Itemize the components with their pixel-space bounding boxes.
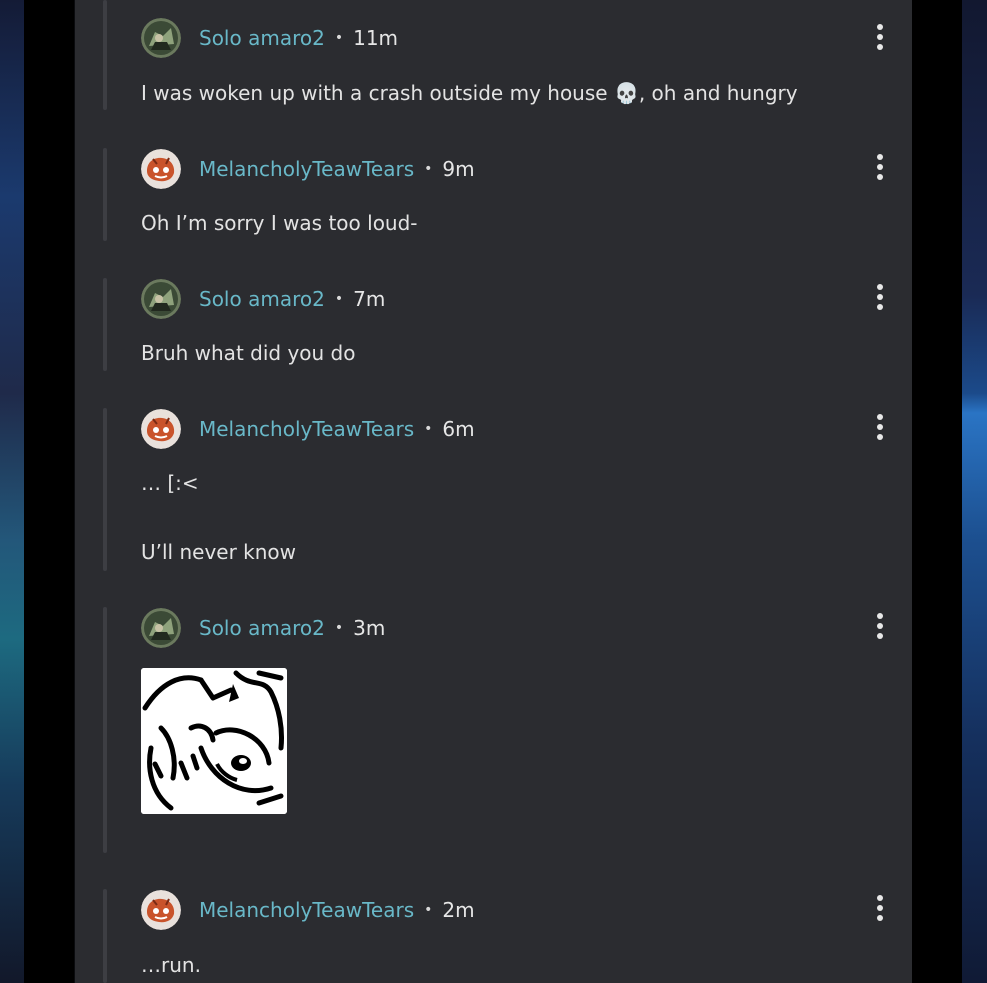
comment-header: MelancholyTeawTears • 9m xyxy=(141,149,475,189)
comment-header: Solo amaro2 • 7m xyxy=(141,279,385,319)
more-vertical-icon[interactable] xyxy=(870,20,890,54)
comment-item: MelancholyTeawTears • 6m … [:< U’ll neve… xyxy=(103,408,903,573)
background-left xyxy=(0,0,24,983)
more-vertical-icon[interactable] xyxy=(870,609,890,643)
thread-line xyxy=(103,148,107,241)
more-vertical-icon[interactable] xyxy=(870,150,890,184)
separator-dot: • xyxy=(334,620,344,636)
timestamp: 2m xyxy=(442,898,475,922)
thread-line xyxy=(103,278,107,371)
comment-text: Bruh what did you do xyxy=(141,341,356,365)
timestamp: 3m xyxy=(353,616,386,640)
comment-item: Solo amaro2 • 3m xyxy=(103,607,903,853)
comment-item: MelancholyTeawTears • 2m …run. xyxy=(103,889,903,983)
comment-item: Solo amaro2 • 11m I was woken up with a … xyxy=(103,0,903,115)
username-link[interactable]: MelancholyTeawTears xyxy=(199,157,414,181)
background-right xyxy=(962,0,987,983)
separator-dot: • xyxy=(334,291,344,307)
username-link[interactable]: MelancholyTeawTears xyxy=(199,898,414,922)
cartoon-sketch-sticker[interactable] xyxy=(141,668,287,814)
separator-dot: • xyxy=(424,902,433,918)
comment-header: MelancholyTeawTears • 2m xyxy=(141,890,475,930)
background-left-edge xyxy=(24,0,74,983)
username-link[interactable]: Solo amaro2 xyxy=(199,26,325,50)
username-link[interactable]: MelancholyTeawTears xyxy=(199,417,414,441)
solo-avatar[interactable] xyxy=(141,279,181,319)
timestamp: 11m xyxy=(353,26,399,50)
more-vertical-icon[interactable] xyxy=(870,891,890,925)
username-link[interactable]: Solo amaro2 xyxy=(199,287,325,311)
melancholy-avatar[interactable] xyxy=(141,890,181,930)
comment-item: MelancholyTeawTears • 9m Oh I’m sorry I … xyxy=(103,148,903,243)
separator-dot: • xyxy=(424,421,433,437)
comment-header: Solo amaro2 • 11m xyxy=(141,18,398,58)
thread-line xyxy=(103,889,107,983)
comment-text-line2: U’ll never know xyxy=(141,540,297,564)
melancholy-avatar[interactable] xyxy=(141,409,181,449)
solo-avatar[interactable] xyxy=(141,18,181,58)
comment-header: Solo amaro2 • 3m xyxy=(141,608,385,648)
comment-text: … [:< xyxy=(141,471,199,495)
more-vertical-icon[interactable] xyxy=(870,410,890,444)
separator-dot: • xyxy=(334,30,344,46)
separator-dot: • xyxy=(424,161,433,177)
thread-line xyxy=(103,0,107,110)
timestamp: 6m xyxy=(442,417,475,441)
solo-avatar[interactable] xyxy=(141,608,181,648)
timestamp: 7m xyxy=(353,287,386,311)
background-right-edge xyxy=(912,0,962,983)
timestamp: 9m xyxy=(442,157,475,181)
comment-header: MelancholyTeawTears • 6m xyxy=(141,409,475,449)
more-vertical-icon[interactable] xyxy=(870,280,890,314)
comment-text: Oh I’m sorry I was too loud- xyxy=(141,211,418,235)
username-link[interactable]: Solo amaro2 xyxy=(199,616,325,640)
comment-text: I was woken up with a crash outside my h… xyxy=(141,81,798,105)
comment-text: …run. xyxy=(141,953,201,977)
melancholy-avatar[interactable] xyxy=(141,149,181,189)
comment-thread-panel: Solo amaro2 • 11m I was woken up with a … xyxy=(75,0,912,983)
thread-line xyxy=(103,408,107,571)
thread-line xyxy=(103,607,107,853)
comment-item: Solo amaro2 • 7m Bruh what did you do xyxy=(103,278,903,373)
